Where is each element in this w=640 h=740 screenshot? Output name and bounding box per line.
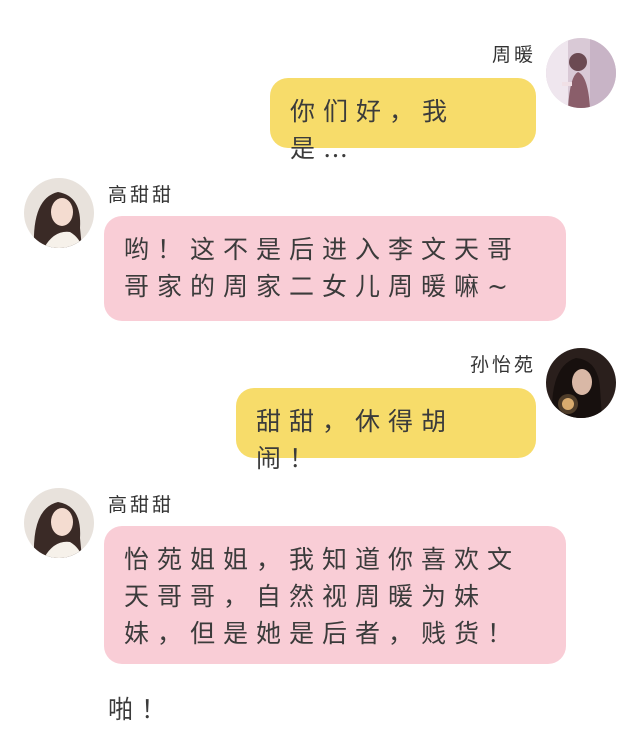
message-text-line: 妹，但是她是后者，贱货！ xyxy=(124,619,521,648)
message-bubble[interactable]: 甜甜，休得胡闹！ xyxy=(236,388,536,473)
message-text: 你们好，我是… xyxy=(290,97,456,163)
avatar-sun-yiyuan[interactable] xyxy=(546,348,616,418)
sender-name: 周暖 xyxy=(491,44,536,66)
avatar-gao-tiantian[interactable] xyxy=(24,488,94,558)
avatar-sun-yiyuan-image xyxy=(546,348,616,418)
avatar-gao-tiantian-image xyxy=(24,178,94,248)
message-text-line: 怡苑姐姐，我知道你喜欢文 xyxy=(124,545,521,574)
message-text-line: 天哥哥，自然视周暖为妹 xyxy=(124,582,488,611)
narration-text: 啪！ xyxy=(108,695,175,724)
message-text-line: 哥家的周家二女儿周暖嘛~ xyxy=(124,272,516,301)
avatar-zhou-nuan-image xyxy=(546,38,616,108)
message-text: 甜甜，休得胡闹！ xyxy=(256,407,455,473)
sender-name: 高甜甜 xyxy=(108,494,175,516)
sender-name: 高甜甜 xyxy=(108,184,175,206)
avatar-zhou-nuan[interactable] xyxy=(546,38,616,108)
sender-name: 孙怡苑 xyxy=(469,354,536,376)
message-bubble[interactable]: 怡苑姐姐，我知道你喜欢文 天哥哥，自然视周暖为妹 妹，但是她是后者，贱货！ xyxy=(104,526,566,664)
message-text-line: 哟！这不是后进入李文天哥 xyxy=(124,235,521,264)
message-bubble[interactable]: 哟！这不是后进入李文天哥 哥家的周家二女儿周暖嘛~ xyxy=(104,216,566,321)
avatar-gao-tiantian-image xyxy=(24,488,94,558)
avatar-gao-tiantian[interactable] xyxy=(24,178,94,248)
message-bubble[interactable]: 你们好，我是… xyxy=(270,78,536,163)
